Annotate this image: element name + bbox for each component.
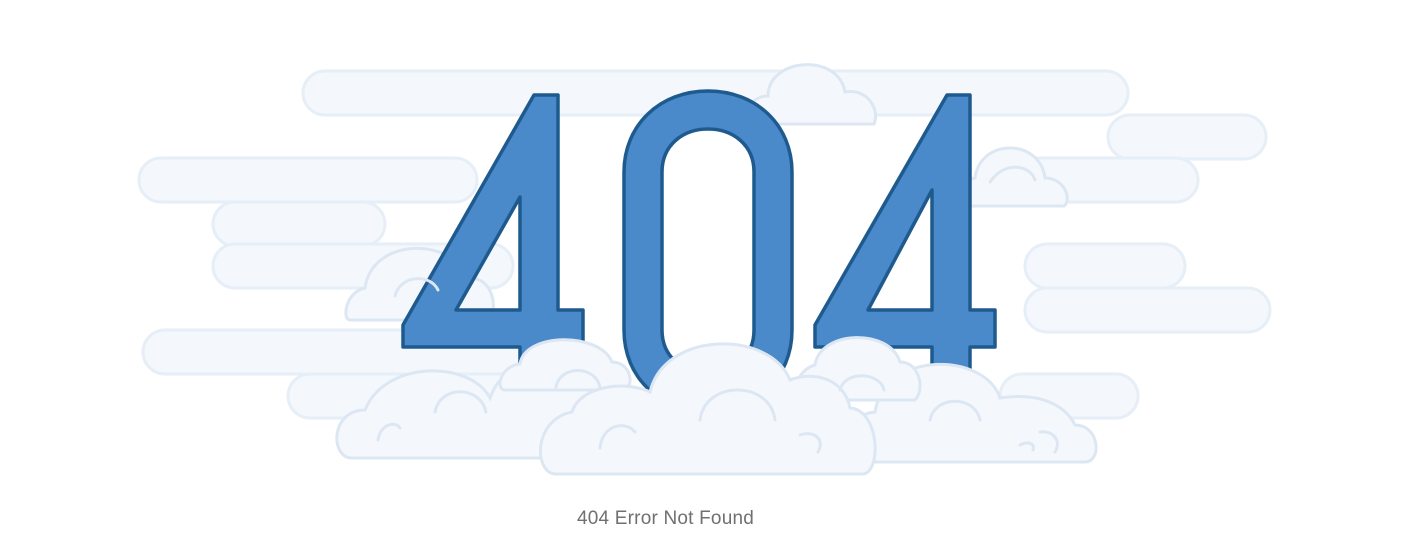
error-page: 404 Error Not Found xyxy=(0,0,1426,537)
404-cloud-illustration xyxy=(137,63,1272,476)
cloud-streak xyxy=(1023,286,1272,334)
cloud-streak xyxy=(211,200,387,248)
error-message: 404 Error Not Found xyxy=(577,508,754,529)
cloud-streak xyxy=(1106,113,1268,161)
cloud-streak xyxy=(137,156,479,204)
cloud-streak xyxy=(1023,242,1187,290)
